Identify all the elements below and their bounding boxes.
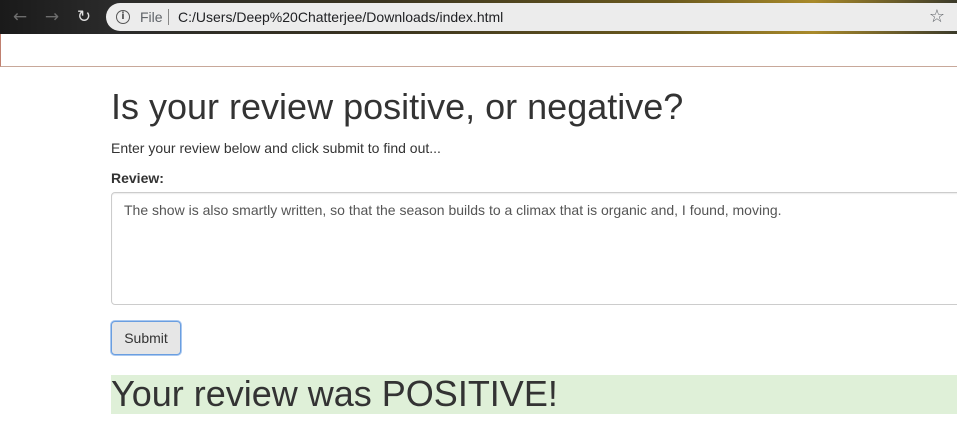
forward-arrow-icon[interactable]: → bbox=[42, 7, 62, 27]
page-title: Is your review positive, or negative? bbox=[111, 86, 684, 127]
review-textarea[interactable]: The show is also smartly written, so tha… bbox=[111, 192, 957, 305]
browser-toolbar: ← → ↻ i File C:/Users/Deep%20Chatterjee/… bbox=[0, 0, 957, 34]
address-separator bbox=[168, 9, 169, 25]
reload-icon[interactable]: ↻ bbox=[74, 7, 94, 27]
submit-button[interactable]: Submit bbox=[111, 321, 181, 355]
review-label: Review: bbox=[111, 170, 164, 186]
address-bar[interactable]: i File C:/Users/Deep%20Chatterjee/Downlo… bbox=[106, 3, 957, 31]
info-icon[interactable]: i bbox=[116, 10, 130, 24]
file-scheme-label: File bbox=[140, 9, 163, 25]
intro-text: Enter your review below and click submit… bbox=[111, 140, 441, 156]
bookmark-star-icon[interactable]: ☆ bbox=[929, 6, 945, 27]
result-text: Your review was POSITIVE! bbox=[111, 373, 558, 414]
back-arrow-icon[interactable]: ← bbox=[10, 7, 30, 27]
page-navbar bbox=[0, 34, 957, 67]
url-text[interactable]: C:/Users/Deep%20Chatterjee/Downloads/ind… bbox=[178, 9, 503, 25]
result-alert: Your review was POSITIVE! bbox=[111, 373, 957, 414]
